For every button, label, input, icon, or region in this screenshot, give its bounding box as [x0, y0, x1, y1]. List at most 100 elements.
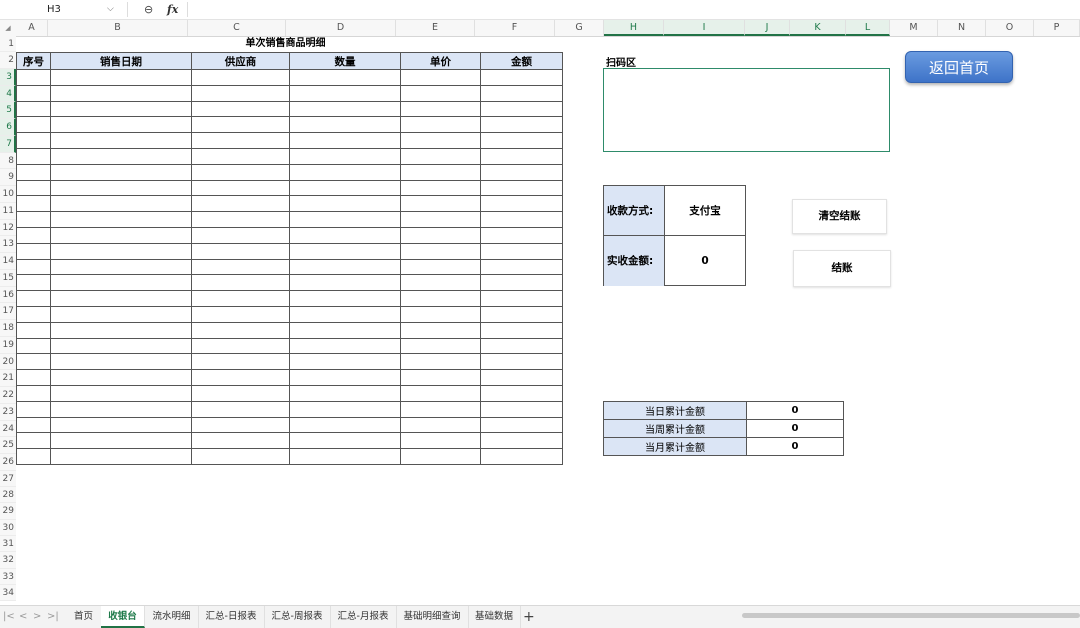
table-cell[interactable]	[289, 369, 401, 386]
table-cell[interactable]	[191, 116, 290, 134]
row-header-13[interactable]: 13	[0, 236, 16, 253]
table-cell[interactable]	[289, 274, 401, 292]
column-header-h[interactable]: H	[604, 20, 664, 36]
table-cell[interactable]	[480, 448, 563, 465]
table-cell[interactable]	[480, 353, 563, 371]
clear-checkout-button[interactable]: 清空结账	[792, 199, 887, 234]
column-header-b[interactable]: B	[48, 20, 188, 36]
tab-home[interactable]: 首页	[66, 606, 102, 628]
table-cell[interactable]	[16, 132, 51, 149]
table-cell[interactable]	[191, 100, 290, 118]
table-cell[interactable]	[480, 242, 563, 260]
table-cell[interactable]	[400, 432, 481, 450]
tab-cashier[interactable]: 收银台	[101, 606, 145, 628]
table-cell[interactable]	[50, 69, 192, 86]
table-cell[interactable]	[289, 290, 401, 307]
table-cell[interactable]	[191, 147, 290, 165]
table-cell[interactable]	[480, 179, 563, 197]
table-cell[interactable]	[480, 369, 563, 386]
table-cell[interactable]	[480, 116, 563, 134]
name-box[interactable]: H3 ⌵	[0, 0, 122, 19]
table-cell[interactable]	[480, 132, 563, 149]
column-header-k[interactable]: K	[790, 20, 846, 36]
row-header-19[interactable]: 19	[0, 336, 16, 354]
checkout-button[interactable]: 结账	[793, 250, 891, 287]
table-cell[interactable]	[400, 147, 481, 165]
table-cell[interactable]	[400, 290, 481, 307]
chevron-down-icon[interactable]: ⌵	[107, 0, 114, 19]
table-cell[interactable]	[50, 242, 192, 260]
table-cell[interactable]	[191, 163, 290, 181]
tab-weekly-report[interactable]: 汇总-周报表	[264, 606, 331, 628]
table-cell[interactable]	[400, 69, 481, 86]
table-cell[interactable]	[50, 84, 192, 102]
row-header-22[interactable]: 22	[0, 387, 16, 404]
column-header-e[interactable]: E	[396, 20, 475, 36]
table-cell[interactable]	[16, 163, 51, 181]
row-header-17[interactable]: 17	[0, 303, 16, 320]
table-cell[interactable]	[480, 416, 563, 434]
row-header-26[interactable]: 26	[0, 454, 16, 471]
table-cell[interactable]	[289, 132, 401, 149]
row-header-10[interactable]: 10	[0, 186, 16, 203]
table-cell[interactable]	[400, 448, 481, 465]
table-cell[interactable]	[16, 290, 51, 307]
table-cell[interactable]	[191, 353, 290, 371]
column-header-p[interactable]: P	[1034, 20, 1080, 36]
table-cell[interactable]	[50, 100, 192, 118]
column-header-m[interactable]: M	[890, 20, 938, 36]
column-header-n[interactable]: N	[938, 20, 986, 36]
table-cell[interactable]	[289, 147, 401, 165]
table-cell[interactable]	[16, 242, 51, 260]
row-header-14[interactable]: 14	[0, 253, 16, 270]
table-cell[interactable]	[16, 384, 51, 402]
table-cell[interactable]	[289, 448, 401, 465]
table-cell[interactable]	[480, 258, 563, 276]
table-cell[interactable]	[16, 84, 51, 102]
column-header-a[interactable]: A	[16, 20, 48, 36]
table-cell[interactable]	[16, 337, 51, 355]
tab-base-data[interactable]: 基础数据	[468, 606, 521, 628]
row-header-27[interactable]: 27	[0, 470, 16, 488]
table-cell[interactable]	[50, 353, 192, 371]
row-header-12[interactable]: 12	[0, 219, 16, 237]
table-cell[interactable]	[16, 305, 51, 323]
table-cell[interactable]	[480, 163, 563, 181]
return-home-button[interactable]: 返回首页	[905, 51, 1013, 83]
table-cell[interactable]	[289, 305, 401, 323]
table-cell[interactable]	[191, 132, 290, 149]
table-cell[interactable]	[400, 305, 481, 323]
row-header-30[interactable]: 30	[0, 519, 16, 536]
table-cell[interactable]	[191, 369, 290, 386]
column-header-g[interactable]: G	[555, 20, 604, 36]
table-cell[interactable]	[480, 290, 563, 307]
tab-monthly-report[interactable]: 汇总-月报表	[330, 606, 397, 628]
table-cell[interactable]	[50, 400, 192, 418]
table-cell[interactable]	[191, 226, 290, 244]
table-cell[interactable]	[191, 321, 290, 339]
table-cell[interactable]	[16, 147, 51, 165]
table-cell[interactable]	[400, 242, 481, 260]
column-header-j[interactable]: J	[745, 20, 790, 36]
table-cell[interactable]	[191, 337, 290, 355]
row-header-6[interactable]: 6	[0, 119, 16, 136]
table-cell[interactable]	[191, 242, 290, 260]
table-cell[interactable]	[191, 305, 290, 323]
table-cell[interactable]	[50, 416, 192, 434]
table-cell[interactable]	[50, 305, 192, 323]
row-header-11[interactable]: 11	[0, 202, 16, 220]
table-cell[interactable]	[50, 226, 192, 244]
table-cell[interactable]	[50, 195, 192, 213]
row-header-8[interactable]: 8	[0, 152, 16, 170]
table-cell[interactable]	[191, 274, 290, 292]
table-cell[interactable]	[289, 116, 401, 134]
tab-detail-query[interactable]: 基础明细查询	[396, 606, 469, 628]
table-cell[interactable]	[480, 211, 563, 228]
scan-input[interactable]	[603, 68, 890, 152]
table-cell[interactable]	[50, 369, 192, 386]
row-header-9[interactable]: 9	[0, 169, 16, 186]
row-header-25[interactable]: 25	[0, 437, 16, 454]
table-cell[interactable]	[400, 195, 481, 213]
table-cell[interactable]	[50, 163, 192, 181]
row-header-31[interactable]: 31	[0, 535, 16, 553]
